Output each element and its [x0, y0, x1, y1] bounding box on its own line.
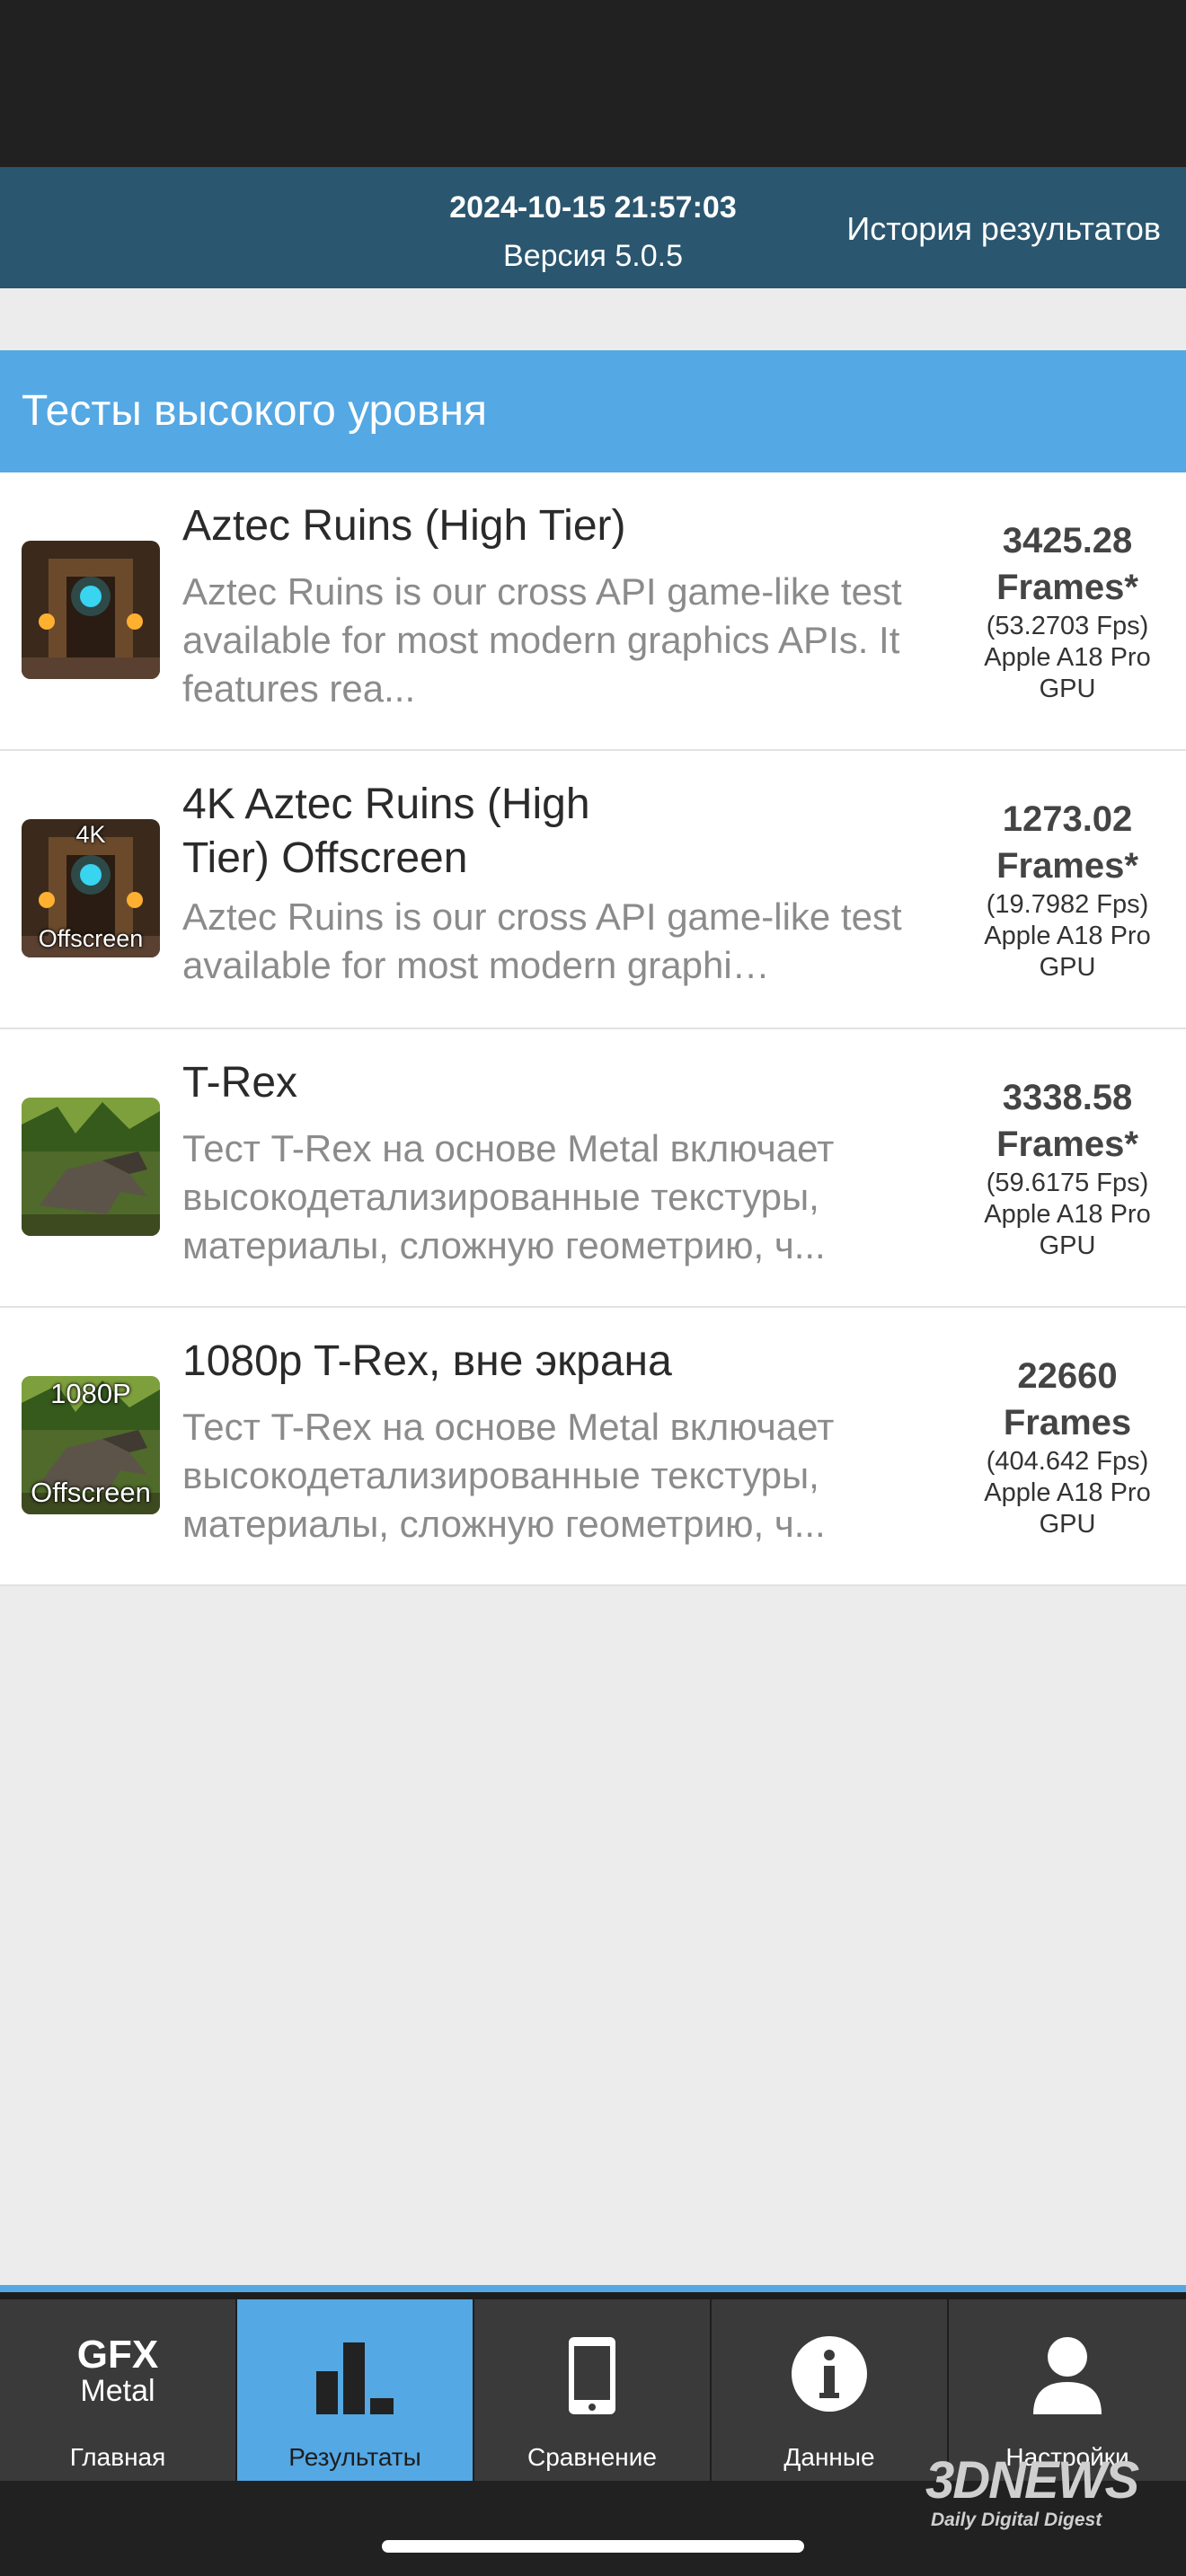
- score-unit: Frames*: [996, 846, 1138, 886]
- test-score: 3338.58 Frames* (59.6175 Fps) Apple A18 …: [969, 1074, 1166, 1262]
- test-description: Aztec Ruins is our cross API game-like t…: [182, 895, 902, 986]
- score-unit: Frames*: [996, 1125, 1138, 1164]
- watermark-brand: 3DNEWS: [925, 2451, 1139, 2510]
- trex-1080p-thumbnail: 1080P Offscreen: [22, 1376, 160, 1514]
- score-gpu: Apple A18 Pro GPU: [984, 922, 1151, 982]
- test-title: 1080p T-Rex, вне экрана: [182, 1337, 672, 1385]
- score-gpu: Apple A18 Pro GPU: [984, 1200, 1151, 1260]
- score-unit: Frames*: [996, 568, 1138, 607]
- tab-compare[interactable]: Сравнение: [474, 2299, 710, 2488]
- tab-compare-label: Сравнение: [527, 2443, 657, 2471]
- test-title: Aztec Ruins (High Tier): [182, 502, 626, 550]
- bar-chart-icon: [237, 2335, 473, 2416]
- tab-home-label: Главная: [69, 2443, 166, 2471]
- test-results-list: Aztec Ruins (High Tier) Aztec Ruins is o…: [0, 472, 1186, 1586]
- tab-results[interactable]: Результаты: [237, 2299, 473, 2488]
- section-title: Тесты высокого уровня: [22, 387, 487, 435]
- score-value: 3425.28: [1002, 521, 1133, 560]
- thumb-label-bottom: Offscreen: [31, 1477, 151, 1508]
- results-header: 2024-10-15 21:57:03 Версия 5.0.5 История…: [0, 167, 1186, 288]
- thumb-label-bottom: Offscreen: [38, 925, 144, 952]
- watermark-tagline: Daily Digital Digest: [931, 2510, 1102, 2530]
- score-gpu: Apple A18 Pro GPU: [984, 1478, 1151, 1539]
- tab-info-label: Данные: [783, 2443, 875, 2471]
- test-score: 22660 Frames (404.642 Fps) Apple A18 Pro…: [969, 1353, 1166, 1540]
- test-description: Тест T-Rex на основе Metal включает высо…: [182, 1406, 835, 1545]
- tab-info[interactable]: Данные: [712, 2299, 947, 2488]
- score-fps: (404.642 Fps): [986, 1447, 1149, 1476]
- user-icon: [949, 2335, 1186, 2416]
- score-unit: Frames: [1003, 1403, 1132, 1442]
- aztec-thumbnail: [22, 541, 160, 679]
- trex-thumbnail: [22, 1098, 160, 1236]
- aztec-4k-thumbnail: 4K Offscreen: [22, 819, 160, 957]
- test-row-trex-1080p-offscreen[interactable]: 1080P Offscreen 1080p T-Rex, вне экрана …: [0, 1308, 1186, 1586]
- tab-home[interactable]: GFX Metal Главная: [0, 2299, 235, 2488]
- test-score: 3425.28 Frames* (53.2703 Fps) Apple A18 …: [969, 517, 1166, 705]
- watermark-logo: 3DNEWS Daily Digital Digest: [925, 2443, 1150, 2542]
- test-description: Aztec Ruins is our cross API game-like t…: [182, 570, 902, 710]
- test-row-aztec-high[interactable]: Aztec Ruins (High Tier) Aztec Ruins is o…: [0, 472, 1186, 751]
- home-indicator: [382, 2540, 804, 2553]
- test-title: T-Rex: [182, 1059, 298, 1107]
- thumb-label-top: 4K: [75, 821, 106, 848]
- score-value: 22660: [1017, 1356, 1118, 1396]
- score-fps: (19.7982 Fps): [986, 890, 1149, 919]
- test-score: 1273.02 Frames* (19.7982 Fps) Apple A18 …: [969, 796, 1166, 984]
- tab-results-label: Результаты: [288, 2443, 421, 2471]
- score-fps: (53.2703 Fps): [986, 612, 1149, 640]
- score-gpu: Apple A18 Pro GPU: [984, 643, 1151, 703]
- gfx-metal-logo-icon: GFX Metal: [0, 2333, 235, 2408]
- test-title: 4K Aztec Ruins (High Tier) Offscreen: [182, 781, 590, 882]
- score-value: 1273.02: [1002, 799, 1133, 839]
- app-version: Версия 5.0.5: [503, 239, 683, 273]
- result-date: 2024-10-15 21:57:03: [449, 190, 737, 225]
- test-row-trex[interactable]: T-Rex Тест T-Rex на основе Metal включае…: [0, 1029, 1186, 1308]
- logo-gfx: GFX: [76, 2333, 159, 2377]
- logo-metal: Metal: [80, 2374, 155, 2408]
- test-description: Тест T-Rex на основе Metal включает высо…: [182, 1127, 835, 1266]
- test-row-aztec-4k-offscreen[interactable]: 4K Offscreen 4K Aztec Ruins (High Tier) …: [0, 751, 1186, 1029]
- smartphone-icon: [474, 2335, 710, 2416]
- score-value: 3338.58: [1002, 1078, 1133, 1117]
- thumb-label-top: 1080P: [50, 1378, 131, 1409]
- section-header: Тесты высокого уровня: [0, 350, 1186, 472]
- info-icon: [712, 2335, 947, 2413]
- history-button[interactable]: История результатов: [846, 210, 1161, 248]
- status-bar-area: [0, 0, 1186, 167]
- score-fps: (59.6175 Fps): [986, 1169, 1149, 1197]
